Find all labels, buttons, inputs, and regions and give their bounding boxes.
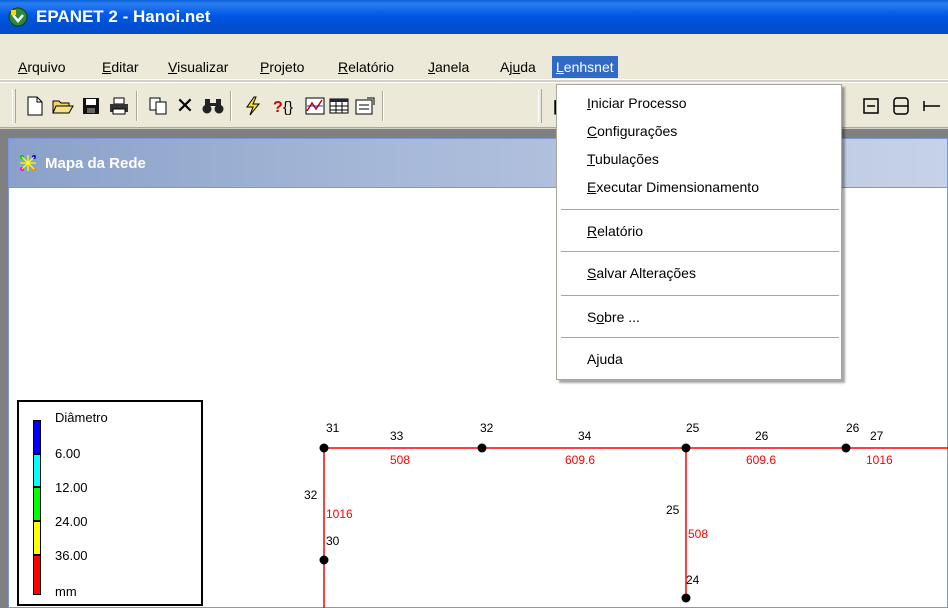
node-label: 24 <box>686 573 700 587</box>
node-label: 25 <box>686 421 700 435</box>
junction-node[interactable] <box>319 555 329 565</box>
junction-node[interactable] <box>319 443 329 453</box>
legend-color-swatch <box>33 454 41 487</box>
link-label: 25 <box>666 503 680 517</box>
legend-title: Diâmetro <box>55 410 108 425</box>
diameter-label: 508 <box>688 527 708 541</box>
lenhsnet-dropdown-menu[interactable]: Iniciar Processo Configurações Tubulaçõe… <box>556 84 842 380</box>
junction-node[interactable] <box>477 443 487 453</box>
legend-level: 24.00 <box>55 514 88 529</box>
diameter-label: 1016 <box>326 507 353 521</box>
legend-color-swatch <box>33 420 41 454</box>
diameter-label: 609.6 <box>746 453 776 467</box>
menu-item-configuracoes[interactable]: Configurações <box>587 121 677 141</box>
legend-level: 12.00 <box>55 480 88 495</box>
legend-color-swatch <box>33 487 41 521</box>
menu-item-executar-dimensionamento[interactable]: Executar Dimensionamento <box>587 177 759 197</box>
link-label: 33 <box>390 429 404 443</box>
menu-separator <box>561 251 839 252</box>
diameter-label: 508 <box>390 453 410 467</box>
menu-item-iniciar-processo[interactable]: Iniciar Processo <box>587 93 687 113</box>
link-label: 32 <box>304 488 318 502</box>
node-label: 32 <box>480 421 494 435</box>
menu-separator <box>561 209 839 210</box>
menu-separator <box>561 337 839 338</box>
legend-unit: mm <box>55 584 77 599</box>
legend-level: 6.00 <box>55 446 81 461</box>
node-label: 30 <box>326 534 340 548</box>
legend-level: 36.00 <box>55 548 88 563</box>
menu-item-sobre[interactable]: Sobre ... <box>587 307 640 327</box>
menu-separator <box>561 295 839 296</box>
junction-node[interactable] <box>841 443 851 453</box>
link-label: 34 <box>578 429 592 443</box>
menu-item-tubulacoes[interactable]: Tubulações <box>587 149 659 169</box>
junction-node[interactable] <box>681 443 691 453</box>
menu-item-relatorio[interactable]: Relatório <box>587 221 643 241</box>
junction-node[interactable] <box>681 593 691 603</box>
diameter-legend[interactable]: Diâmetro 6.00 12.00 24.00 36.00 mm <box>17 400 203 606</box>
node-label: 31 <box>326 421 340 435</box>
menu-item-salvar-alteracoes[interactable]: Salvar Alterações <box>587 263 696 283</box>
legend-color-swatch <box>33 555 41 595</box>
link-label: 27 <box>870 429 884 443</box>
node-label: 26 <box>846 421 860 435</box>
legend-color-swatch <box>33 521 41 555</box>
menu-item-ajuda[interactable]: Ajuda <box>587 349 623 369</box>
diameter-label: 1016 <box>866 453 893 467</box>
link-label: 26 <box>755 429 769 443</box>
diameter-label: 609.6 <box>565 453 595 467</box>
